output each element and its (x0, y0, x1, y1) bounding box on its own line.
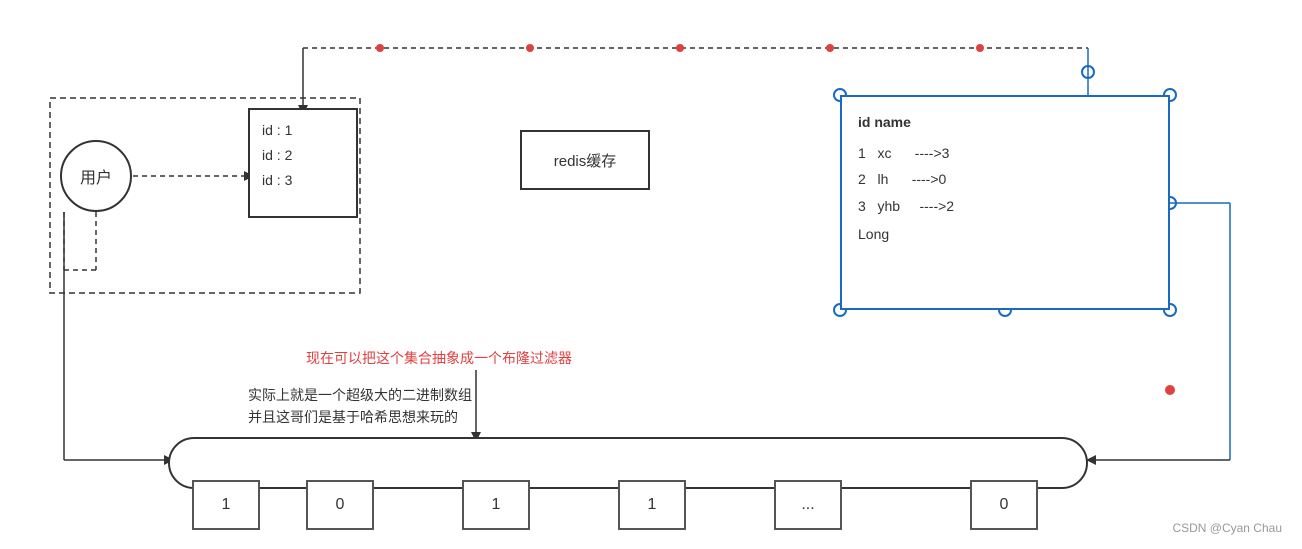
diagram-canvas: 用户 id : 1 id : 2 id : 3 redis缓存 id name … (0, 0, 1302, 549)
watermark: CSDN @Cyan Chau (1172, 521, 1282, 535)
db-row-3: 3 yhb ---->2 (858, 193, 1152, 220)
id-row-1: id : 1 (262, 118, 344, 143)
id-row-2: id : 2 (262, 143, 344, 168)
db-row-1: 1 xc ---->3 (858, 140, 1152, 167)
binary-cell-3: 1 (618, 480, 686, 530)
redis-label: redis缓存 (554, 150, 617, 171)
db-footer: Long (858, 221, 1152, 248)
id-table: id : 1 id : 2 id : 3 (248, 108, 358, 218)
user-circle: 用户 (60, 140, 132, 212)
db-table-header: id name (858, 109, 1152, 136)
binary-cell-1: 0 (306, 480, 374, 530)
binary-cell-dots: ... (774, 480, 842, 530)
annotation-black: 实际上就是一个超级大的二进制数组 并且这哥们是基于哈希思想来玩的 (248, 384, 472, 429)
binary-cell-2: 1 (462, 480, 530, 530)
binary-cell-last: 0 (970, 480, 1038, 530)
annotation-line1: 实际上就是一个超级大的二进制数组 (248, 384, 472, 406)
annotation-line2: 并且这哥们是基于哈希思想来玩的 (248, 406, 472, 428)
annotation-red: 现在可以把这个集合抽象成一个布隆过滤器 (306, 348, 572, 368)
user-label: 用户 (80, 164, 112, 188)
binary-cell-0: 1 (192, 480, 260, 530)
db-table: id name 1 xc ---->3 2 lh ---->0 3 yhb --… (840, 95, 1170, 310)
redis-box: redis缓存 (520, 130, 650, 190)
id-row-3: id : 3 (262, 168, 344, 193)
db-row-2: 2 lh ---->0 (858, 166, 1152, 193)
